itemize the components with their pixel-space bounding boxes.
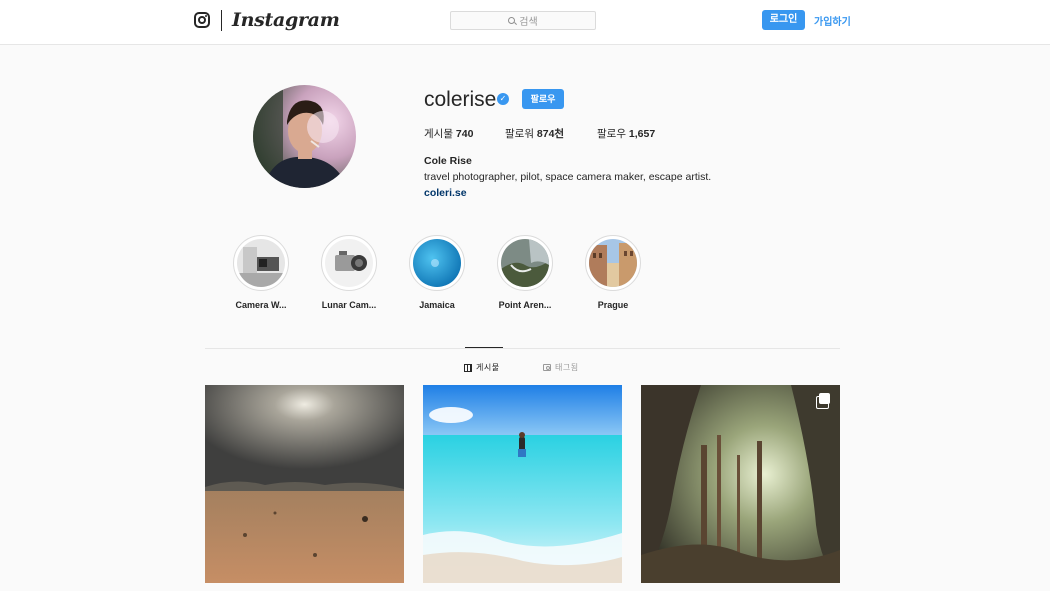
instagram-wordmark-logo[interactable]: Instagram (232, 9, 340, 31)
posts-count: 게시물 740 (424, 126, 473, 141)
multiple-images-icon (816, 393, 830, 409)
post-thumbnail-cave[interactable] (641, 385, 840, 583)
highlight-cover-image (501, 239, 549, 287)
profile-full-name: Cole Rise (424, 155, 472, 167)
highlight-cover-image (589, 239, 637, 287)
verified-badge-icon: ✓ (497, 93, 509, 105)
highlight-lunar-cam[interactable]: Lunar Cam... (309, 235, 389, 310)
post-thumbnail-beach[interactable] (423, 385, 622, 583)
highlight-ring (497, 235, 553, 291)
profile-username: colerise (424, 88, 497, 111)
follow-button[interactable]: 팔로우 (522, 89, 564, 109)
highlight-label: Camera W... (235, 300, 287, 310)
highlight-prague[interactable]: Prague (573, 235, 653, 310)
highlight-point-arena[interactable]: Point Aren... (485, 235, 565, 310)
highlight-ring (321, 235, 377, 291)
search-placeholder: 검색 (519, 17, 538, 28)
tagged-icon (543, 364, 551, 371)
highlight-cover-image (237, 239, 285, 287)
signup-link[interactable]: 가입하기 (814, 13, 851, 28)
search-icon (508, 17, 516, 24)
tab-tagged-label: 태그됨 (555, 363, 579, 372)
followers-count-value: 874천 (536, 128, 565, 140)
following-count[interactable]: 팔로우 1,657 (597, 126, 655, 141)
posts-count-label: 게시물 (424, 128, 453, 140)
highlight-camera-w[interactable]: Camera W... (221, 235, 301, 310)
posts-count-value: 740 (455, 128, 474, 140)
logo-divider (221, 10, 222, 31)
profile-bio: travel photographer, pilot, space camera… (424, 171, 712, 183)
followers-count[interactable]: 팔로워 874천 (505, 126, 564, 141)
highlight-cover-image (413, 239, 461, 287)
following-count-value: 1,657 (628, 128, 656, 140)
highlight-label: Lunar Cam... (321, 300, 377, 310)
highlight-cover-image (325, 239, 373, 287)
highlight-ring (585, 235, 641, 291)
profile-website-link[interactable]: coleri.se (424, 187, 467, 199)
tab-posts-label: 게시물 (476, 363, 500, 372)
active-tab-indicator (465, 347, 503, 348)
tabs-divider (205, 348, 840, 349)
highlight-label: Jamaica (419, 300, 455, 310)
tab-posts[interactable]: 게시물 (464, 362, 500, 373)
followers-count-label: 팔로워 (505, 128, 534, 140)
highlight-ring (409, 235, 465, 291)
grid-icon (464, 363, 472, 372)
top-navigation-bar: Instagram 검색 로그인 가입하기 (0, 0, 1050, 45)
highlight-label: Prague (597, 300, 629, 310)
post-thumbnail-desert[interactable] (205, 385, 404, 583)
instagram-glyph-icon[interactable] (194, 12, 210, 28)
highlight-label: Point Aren... (498, 300, 552, 310)
highlight-jamaica[interactable]: Jamaica (397, 235, 477, 310)
tab-tagged[interactable]: 태그됨 (543, 362, 579, 373)
highlight-ring (233, 235, 289, 291)
profile-avatar[interactable] (253, 85, 356, 188)
search-input[interactable]: 검색 (450, 11, 596, 30)
following-count-label: 팔로우 (597, 128, 626, 140)
login-button[interactable]: 로그인 (762, 10, 805, 30)
